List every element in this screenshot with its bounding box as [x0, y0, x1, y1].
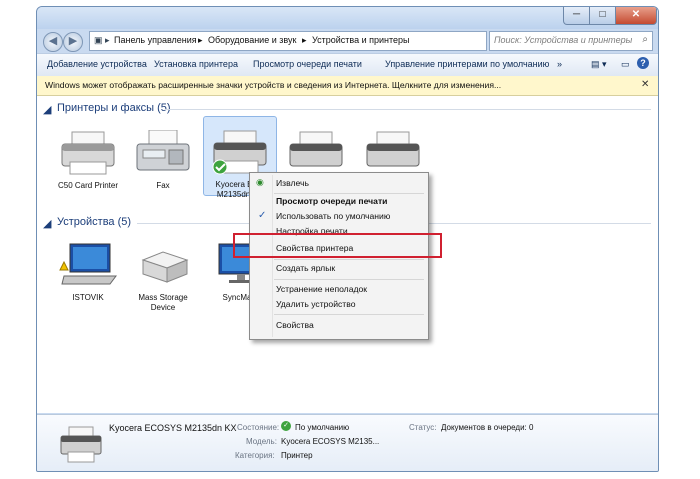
details-model-label: Модель:	[246, 437, 277, 446]
view-print-queue-button[interactable]: Просмотр очереди печати	[253, 59, 362, 69]
details-model-value: Kyocera ECOSYS M2135...	[281, 437, 380, 446]
printer-icon	[289, 131, 343, 167]
details-state-value: По умолчанию	[295, 423, 350, 432]
search-placeholder: Поиск: Устройства и принтеры	[494, 35, 633, 45]
menu-item-view-queue[interactable]: Просмотр очереди печати	[250, 195, 428, 209]
expand-arrow-icon[interactable]: ◢	[43, 103, 51, 116]
menu-separator	[274, 279, 424, 280]
info-bar-close-icon[interactable]: ✕	[641, 79, 649, 90]
menu-item-eject[interactable]: ◉ Извлечь	[250, 177, 428, 191]
add-device-button[interactable]: Добавление устройства	[47, 59, 147, 69]
menu-item-create-shortcut[interactable]: Создать ярлык	[250, 262, 428, 276]
details-status-label: Статус:	[409, 423, 437, 432]
change-view-icon[interactable]: ▤ ▾	[591, 59, 607, 70]
printer-icon	[366, 131, 420, 167]
search-icon[interactable]: ⌕	[642, 34, 648, 45]
info-bar-text[interactable]: Windows может отображать расширенные зна…	[45, 80, 501, 90]
printer-icon	[60, 426, 102, 463]
printer-icon	[212, 130, 267, 175]
info-bar[interactable]: Windows может отображать расширенные зна…	[37, 76, 658, 96]
manage-default-printers-button[interactable]: Управление принтерами по умолчанию	[385, 59, 549, 69]
command-bar: Добавление устройства Установка принтера…	[37, 53, 658, 77]
fax-icon	[136, 129, 190, 171]
device-fax[interactable]: Fax	[127, 129, 199, 191]
device-label: Fax	[156, 181, 170, 190]
group-divider	[165, 109, 651, 110]
minimize-button[interactable]: ─	[563, 7, 590, 25]
address-bar[interactable]: ▣ ▸ Панель управления ▸ Оборудование и з…	[89, 31, 530, 51]
storage-device-icon	[141, 251, 189, 283]
menu-item-troubleshoot[interactable]: Устранение неполадок	[250, 283, 428, 297]
check-icon: ✓	[258, 210, 267, 221]
control-panel-icon: ▣ ▸	[94, 35, 110, 45]
breadcrumb-control-panel[interactable]: Панель управления	[114, 35, 197, 45]
details-device-name: Kyocera ECOSYS M2135dn KX	[109, 423, 237, 433]
search-box[interactable]: Поиск: Устройства и принтеры ⌕	[489, 31, 653, 51]
help-icon[interactable]: ?	[637, 57, 649, 69]
more-commands-button[interactable]: »	[557, 59, 562, 69]
device-label: Mass Storage	[138, 293, 188, 302]
highlight-rectangle	[233, 233, 442, 258]
laptop-icon	[59, 243, 117, 285]
group-header-printers[interactable]: Принтеры и факсы (5)	[57, 102, 171, 114]
device-label: ISTOVIK	[72, 293, 104, 302]
menu-item-set-default[interactable]: ✓ Использовать по умолчанию	[250, 210, 428, 224]
breadcrumb-separator[interactable]: ▸	[302, 35, 307, 46]
breadcrumb-devices-printers[interactable]: Устройства и принтеры	[312, 35, 410, 45]
maximize-button[interactable]: □	[589, 7, 616, 25]
menu-separator	[274, 193, 424, 194]
menu-separator	[274, 314, 424, 315]
menu-item-remove-device[interactable]: Удалить устройство	[250, 298, 428, 312]
device-label: C50 Card Printer	[57, 181, 119, 190]
group-header-devices[interactable]: Устройства (5)	[57, 216, 131, 228]
navigation-bar: ◀ ▶ ▣ ▸ Панель управления ▸ Оборудование…	[37, 29, 658, 53]
menu-separator	[274, 259, 424, 260]
preview-pane-icon[interactable]: ▭	[621, 59, 630, 70]
eject-icon: ◉	[256, 177, 264, 187]
breadcrumb-separator[interactable]: ▸	[198, 35, 203, 46]
device-mass-storage[interactable]: Mass Storage Device	[127, 242, 199, 313]
details-status-value: Документов в очереди: 0	[441, 423, 534, 432]
device-istovik[interactable]: ISTOVIK	[52, 242, 124, 303]
menu-item-properties[interactable]: Свойства	[250, 319, 428, 333]
forward-arrow-icon[interactable]: ▶	[63, 32, 83, 52]
add-printer-button[interactable]: Установка принтера	[154, 59, 238, 69]
details-pane: Kyocera ECOSYS M2135dn KX Состояние: ✓ П…	[37, 414, 658, 471]
details-category-value: Принтер	[281, 451, 313, 460]
back-arrow-icon[interactable]: ◀	[43, 32, 63, 52]
default-check-icon: ✓	[281, 421, 291, 431]
close-button[interactable]: ✕	[615, 7, 657, 25]
printer-icon	[61, 131, 115, 175]
device-label: Device	[150, 303, 176, 312]
breadcrumb-hardware-sound[interactable]: Оборудование и звук	[208, 35, 296, 45]
details-state-label: Состояние:	[237, 423, 280, 432]
title-bar: ─ □ ✕	[37, 7, 658, 29]
details-category-label: Категория:	[235, 451, 275, 460]
device-c50-card-printer[interactable]: C50 Card Printer	[52, 130, 124, 191]
expand-arrow-icon[interactable]: ◢	[43, 217, 51, 230]
